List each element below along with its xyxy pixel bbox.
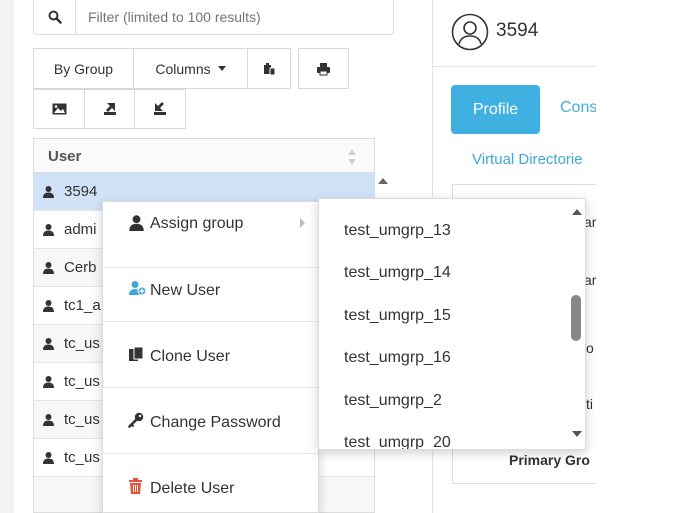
user-icon (43, 376, 54, 388)
scroll-down-arrow-icon[interactable] (572, 431, 582, 437)
user-circle-icon (451, 13, 489, 51)
user-icon (43, 186, 54, 198)
tab-cons-label: Cons (560, 99, 596, 116)
user-name: 3594 (64, 183, 98, 200)
trash-icon (129, 478, 142, 494)
user-detail-title: 3594 (496, 20, 539, 41)
tab-cons[interactable]: Cons (560, 99, 596, 117)
key-icon (128, 412, 144, 428)
filter-bar (33, 0, 394, 35)
by-group-label: By Group (53, 60, 114, 77)
page-right-edge (596, 0, 677, 513)
tab-profile[interactable]: Profile (451, 85, 540, 134)
table-scroll-up-arrow[interactable] (378, 178, 388, 184)
menu-item-clone-user[interactable]: Clone User (103, 322, 318, 388)
user-column-label: User (48, 148, 82, 165)
user-icon (43, 338, 54, 350)
export-button[interactable] (84, 89, 135, 129)
user-context-menu: Assign group New User Clone User Change … (102, 201, 319, 513)
assign-group-submenu: test_umgrp_13 test_umgrp_14 test_umgrp_1… (318, 198, 586, 450)
submenu-scrollbar[interactable] (568, 199, 585, 449)
chevron-down-icon (217, 66, 226, 71)
user-icon (43, 262, 54, 274)
left-panel-edge (0, 0, 14, 513)
by-group-button[interactable]: By Group (33, 48, 134, 89)
submenu-item-group[interactable]: test_umgrp_14 (344, 264, 451, 282)
user-name: admi (64, 221, 97, 238)
import-icon (154, 102, 166, 115)
user-icon (43, 452, 54, 464)
submenu-arrow-icon (300, 218, 305, 228)
virtual-directories-label: Virtual Directorie (472, 151, 583, 168)
sort-icon[interactable] (347, 148, 357, 166)
user-name: tc_us (64, 373, 100, 390)
export-icon (103, 103, 116, 115)
clipboard-import-icon (264, 62, 276, 75)
clone-icon (129, 346, 144, 361)
user-name: tc1_a (64, 297, 101, 314)
user-name: Cerb (64, 259, 97, 276)
virtual-directories-link[interactable]: Virtual Directorie (472, 151, 596, 168)
user-name: tc_us (64, 335, 100, 352)
import-button[interactable] (134, 89, 186, 129)
columns-dropdown[interactable]: Columns (133, 48, 248, 89)
menu-item-label: Delete User (150, 480, 235, 497)
submenu-item-group[interactable]: test_umgrp_16 (344, 349, 451, 367)
primary-group-label: Primary Gro (509, 452, 590, 468)
scrollbar-thumb[interactable] (571, 295, 581, 341)
user-name: tc_us (64, 449, 100, 466)
print-icon (317, 62, 330, 75)
image-button[interactable] (33, 89, 85, 129)
header-divider (433, 66, 596, 67)
tab-profile-label: Profile (472, 100, 519, 118)
submenu-item-group[interactable]: test_umgrp_15 (344, 307, 451, 325)
submenu-item-group[interactable]: test_umgrp_20 (344, 434, 451, 449)
search-icon (48, 10, 62, 24)
user-icon (129, 215, 144, 231)
columns-label: Columns (155, 60, 211, 77)
user-icon (43, 300, 54, 312)
add-user-icon (129, 281, 146, 296)
menu-item-label: Clone User (150, 348, 231, 365)
user-name: tc_us (64, 411, 100, 428)
user-column-header[interactable]: User (34, 139, 374, 173)
filter-search-button[interactable] (34, 0, 76, 34)
menu-item-change-password[interactable]: Change Password (103, 388, 318, 454)
menu-item-label: Assign group (150, 215, 244, 232)
menu-item-delete-user[interactable]: Delete User (103, 454, 318, 513)
print-button[interactable] (298, 48, 349, 89)
user-icon (43, 224, 54, 236)
paste-button[interactable] (247, 48, 291, 89)
image-icon (52, 103, 66, 115)
menu-item-new-user[interactable]: New User (103, 256, 318, 322)
submenu-item-group[interactable]: test_umgrp_13 (344, 222, 451, 240)
filter-input[interactable] (88, 9, 378, 25)
scroll-up-arrow-icon[interactable] (572, 209, 582, 215)
menu-item-label: New User (150, 282, 221, 299)
submenu-item-group[interactable]: test_umgrp_2 (344, 392, 442, 410)
user-icon (43, 414, 54, 426)
menu-item-label: Change Password (150, 414, 281, 431)
